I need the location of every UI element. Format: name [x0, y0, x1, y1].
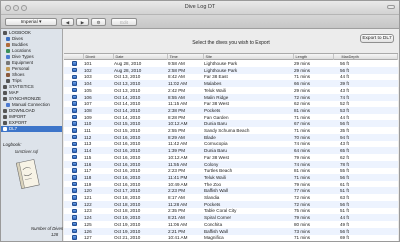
logbook-label: Logbook: [3, 142, 22, 147]
row-checkbox[interactable] [72, 188, 77, 193]
row-checkbox[interactable] [72, 168, 77, 173]
import-icon [3, 114, 7, 119]
gear-icon[interactable]: ⚙ [91, 18, 106, 26]
dives-table: Dive# Date Time Site Length MaxDepth 101… [64, 53, 398, 241]
row-checkbox[interactable] [72, 208, 77, 214]
sidebar-item-label: STATISTICS [9, 84, 34, 89]
app-window: Dive Log DT Imperial ▾ ◀ ▶ ⚙ Edit LOGBOO… [0, 0, 400, 242]
row-checkbox[interactable] [72, 161, 77, 167]
sidebar-item-label: EXPORT [9, 120, 27, 125]
dive-types-icon [6, 54, 10, 59]
export-panel: Select the dives you wish to Export Expo… [63, 29, 399, 241]
row-checkbox[interactable] [72, 74, 77, 80]
buddies-icon [6, 42, 10, 47]
export-prompt: Select the dives you wish to Export [192, 40, 270, 46]
sidebar-item-label: LOGBOOK [9, 30, 31, 35]
row-checkbox[interactable] [72, 108, 77, 113]
row-checkbox[interactable] [72, 121, 77, 126]
table-row[interactable]: 127 Oct 21, 2010 10:41 AM Magnifica 71 mins 6… [64, 234, 398, 241]
title-bar: Dive Log DT [1, 1, 399, 15]
sidebar-item-label: Buddies [12, 42, 28, 47]
cell-maxdepth: 69 ft [340, 235, 349, 241]
row-checkbox[interactable] [72, 87, 77, 93]
trips-icon [6, 78, 10, 83]
sidebar-item-label: Personal [12, 66, 30, 71]
row-checkbox[interactable] [72, 61, 77, 66]
window-title: Dive Log DT [184, 4, 216, 10]
sidebar-item-label: DL7 [9, 126, 18, 131]
cell-date: Oct 21, 2010 [114, 235, 141, 241]
unit-select-value: Imperial [20, 20, 38, 25]
row-checkbox[interactable] [72, 67, 77, 73]
logbook-filename: tamDiver.sql [15, 149, 39, 154]
forward-button[interactable]: ▶ [76, 18, 89, 26]
sidebar-item-label: DOWNLOAD [9, 108, 35, 113]
export-icon [3, 120, 7, 125]
row-checkbox[interactable] [72, 181, 77, 187]
row-checkbox[interactable] [72, 228, 77, 234]
row-checkbox[interactable] [72, 235, 77, 240]
row-checkbox[interactable] [72, 221, 77, 227]
number-of-dives-value: 128 [51, 232, 59, 237]
row-checkbox[interactable] [72, 215, 77, 220]
folder-icon [3, 30, 7, 35]
dl7-icon [3, 126, 7, 131]
sidebar: LOGBOOK Dives Buddies Locations Dive Types Eq… [1, 29, 63, 241]
sidebar-item-label: SYNCHRONIZE [9, 96, 41, 101]
shoes-icon [6, 72, 10, 77]
export-to-dl7-button[interactable]: Export to DL7 [360, 34, 394, 43]
row-checkbox[interactable] [72, 114, 77, 120]
sidebar-item-label: Dive Types [12, 54, 34, 59]
sidebar-item-label: Trips [12, 78, 22, 83]
row-checkbox[interactable] [72, 154, 77, 160]
sidebar-item-label: Equipment [12, 60, 33, 65]
row-checkbox[interactable] [72, 94, 77, 100]
cell-site: Magnifica [204, 235, 224, 241]
connection-icon [6, 102, 10, 107]
row-checkbox[interactable] [72, 148, 77, 153]
cell-length: 71 mins [294, 235, 311, 241]
cell-time: 10:41 AM [168, 235, 188, 241]
row-checkbox[interactable] [72, 81, 77, 86]
sidebar-item-label: Locations [12, 48, 31, 53]
sidebar-item-label: MAP [9, 90, 19, 95]
edit-button[interactable]: Edit [111, 18, 137, 26]
toolbar-toggle-button[interactable] [387, 5, 395, 9]
toolbar: Imperial ▾ ◀ ▶ ⚙ Edit [1, 15, 399, 29]
sidebar-item-label: IMPORT [9, 114, 26, 119]
sidebar-item-label: Shoes [12, 72, 25, 77]
download-icon [3, 108, 7, 113]
sidebar-item-label: Manual Connection [12, 102, 50, 107]
logbook-icon [15, 159, 40, 189]
row-checkbox[interactable] [72, 195, 77, 200]
row-checkbox[interactable] [72, 134, 77, 140]
cell-dive: 127 [84, 235, 92, 241]
row-checkbox[interactable] [72, 201, 77, 207]
sidebar-item-dl7[interactable]: DL7 [1, 126, 62, 132]
dives-icon [6, 36, 10, 41]
number-of-dives-label: Number of Dives: [31, 226, 65, 231]
map-icon [3, 90, 7, 95]
back-button[interactable]: ◀ [61, 18, 74, 26]
globe-icon [6, 48, 10, 53]
sync-icon [3, 96, 7, 101]
row-checkbox[interactable] [72, 128, 77, 133]
row-checkbox[interactable] [72, 175, 77, 180]
row-checkbox[interactable] [72, 141, 77, 147]
unit-select[interactable]: Imperial ▾ [5, 18, 57, 26]
statistics-icon [3, 84, 7, 89]
person-icon [6, 66, 10, 71]
row-checkbox[interactable] [72, 101, 77, 106]
equipment-icon [6, 60, 10, 65]
sidebar-item-label: Dives [12, 36, 23, 41]
